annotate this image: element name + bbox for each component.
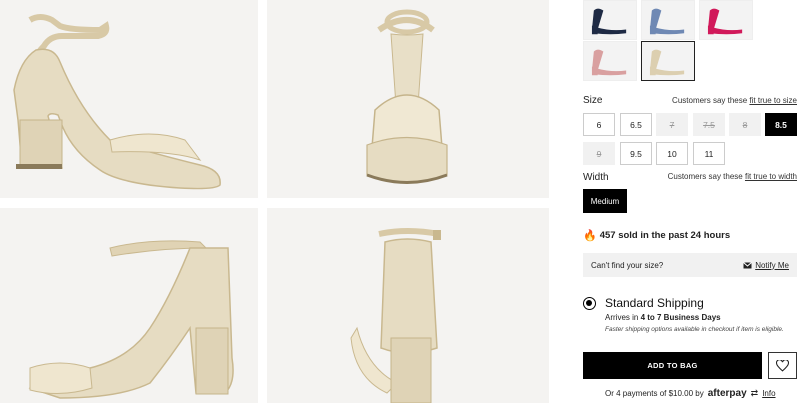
swatch-blush[interactable] <box>583 41 637 81</box>
product-image-side[interactable] <box>0 0 258 198</box>
size-option[interactable]: 11 <box>693 142 725 165</box>
size-option[interactable]: 10 <box>656 142 688 165</box>
width-fit-prefix: Customers say these <box>667 172 745 181</box>
add-to-bag-button[interactable]: ADD TO BAG <box>583 352 762 379</box>
swatch-sandal-thumb <box>700 1 752 39</box>
notify-me-label: Notify Me <box>755 260 789 270</box>
shipping-radio[interactable] <box>583 297 596 310</box>
swatch-sandal-thumb <box>584 1 636 39</box>
swatch-navy[interactable] <box>583 0 637 40</box>
width-fit-note: Customers say these fit true to width <box>668 172 797 181</box>
swatch-sandal-thumb <box>642 42 694 80</box>
size-option[interactable]: 9 <box>583 142 615 165</box>
width-fit-link[interactable]: fit true to width <box>745 172 797 181</box>
size-fit-note: Customers say these fit true to size <box>672 96 797 105</box>
afterpay-info-link[interactable]: Info <box>762 389 775 398</box>
swatch-sandal-thumb <box>584 42 636 80</box>
shipping-note: Faster shipping options available in che… <box>605 326 784 333</box>
size-option[interactable]: 9.5 <box>620 142 652 165</box>
size-label: Size <box>583 95 603 106</box>
size-fit-prefix: Customers say these <box>672 96 750 105</box>
swatch-sandal-thumb <box>642 1 694 39</box>
shipping-arrival: Arrives in 4 to 7 Business Days <box>605 313 721 322</box>
afterpay-icon: ⇄ <box>750 388 759 398</box>
notify-me-link[interactable]: Notify Me <box>743 261 789 270</box>
sold-count: 🔥 457 sold in the past 24 hours <box>583 229 730 242</box>
sandal-side-illustration <box>0 0 258 198</box>
size-option[interactable]: 7.5 <box>693 113 725 136</box>
size-option[interactable]: 7 <box>656 113 688 136</box>
swatch-blue[interactable] <box>641 0 695 40</box>
mail-icon <box>743 261 753 268</box>
shipping-title: Standard Shipping <box>605 296 704 310</box>
width-label: Width <box>583 172 609 183</box>
size-option[interactable]: 8 <box>729 113 761 136</box>
sandal-angle-illustration <box>0 208 258 403</box>
product-image-back[interactable] <box>267 208 549 403</box>
size-option[interactable]: 8.5 <box>765 113 797 136</box>
swatch-pink[interactable] <box>699 0 753 40</box>
sandal-front-illustration <box>267 0 549 198</box>
size-fit-link[interactable]: fit true to size <box>749 96 797 105</box>
swatch-gold[interactable] <box>641 41 695 81</box>
shipping-arrival-prefix: Arrives in <box>605 313 641 322</box>
find-size-bar: Can't find your size? Notify Me <box>583 253 797 277</box>
product-image-angle[interactable] <box>0 208 258 403</box>
fire-icon: 🔥 <box>583 230 597 242</box>
payment-text: Or 4 payments of $10.00 by <box>605 389 704 398</box>
size-option[interactable]: 6 <box>583 113 615 136</box>
shipping-arrival-value: 4 to 7 Business Days <box>640 313 721 322</box>
find-size-question: Can't find your size? <box>591 260 664 270</box>
width-option-medium[interactable]: Medium <box>583 189 627 213</box>
heart-icon <box>776 359 789 372</box>
payment-line: Or 4 payments of $10.00 by afterpay ⇄ In… <box>605 388 776 399</box>
sold-text: 457 sold in the past 24 hours <box>599 230 731 241</box>
sandal-back-illustration <box>267 208 549 403</box>
product-image-front[interactable] <box>267 0 549 198</box>
size-option[interactable]: 6.5 <box>620 113 652 136</box>
product-options-panel: Size Customers say these fit true to siz… <box>583 0 800 403</box>
wishlist-button[interactable] <box>768 352 797 379</box>
afterpay-logo: afterpay <box>707 388 747 399</box>
